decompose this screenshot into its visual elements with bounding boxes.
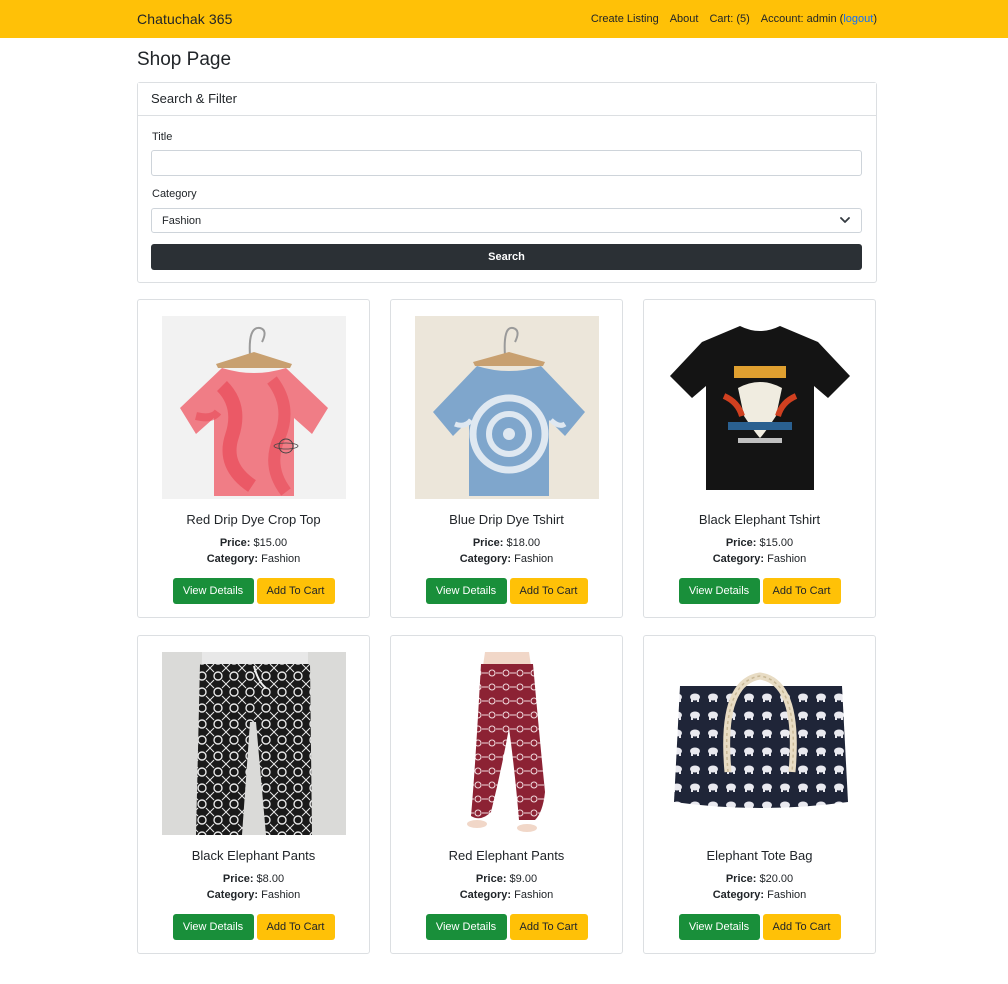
product-image-red-elephant-pants[interactable] <box>415 652 599 835</box>
product-actions: View Details Add To Cart <box>138 578 369 604</box>
price-value: $15.00 <box>759 537 794 549</box>
product-price: Price: $15.00 <box>138 537 369 549</box>
price-label: Price: <box>725 873 757 885</box>
add-to-cart-button[interactable]: Add To Cart <box>256 578 335 604</box>
search-button[interactable]: Search <box>151 244 862 270</box>
view-details-button[interactable]: View Details <box>678 578 760 604</box>
nav-about[interactable]: About <box>670 13 699 25</box>
product-title: Black Elephant Pants <box>191 848 316 863</box>
product-card: Elephant Tote Bag Price: $20.00 Category… <box>643 635 876 954</box>
product-title: Blue Drip Dye Tshirt <box>449 512 564 527</box>
add-to-cart-button[interactable]: Add To Cart <box>509 914 588 940</box>
category-value: Fashion <box>514 889 554 901</box>
category-label: Category: <box>206 889 259 901</box>
chevron-down-icon <box>839 215 851 227</box>
brand-link[interactable]: Chatuchak 365 <box>137 11 232 27</box>
navbar-inner: Chatuchak 365 Create Listing About Cart:… <box>137 0 877 38</box>
category-value: Fashion <box>261 553 301 565</box>
product-category: Category: Fashion <box>644 553 875 565</box>
product-actions: View Details Add To Cart <box>138 914 369 940</box>
add-to-cart-button[interactable]: Add To Cart <box>256 914 335 940</box>
product-actions: View Details Add To Cart <box>644 578 875 604</box>
category-value: Fashion <box>767 889 807 901</box>
product-price: Price: $9.00 <box>391 873 622 885</box>
product-title: Red Drip Dye Crop Top <box>186 512 321 527</box>
search-filter-card: Search & Filter Title Category Fashion S… <box>137 82 877 283</box>
nav-cart[interactable]: Cart: (5) <box>709 13 749 25</box>
view-details-button[interactable]: View Details <box>678 914 760 940</box>
product-category: Category: Fashion <box>138 889 369 901</box>
price-label: Price: <box>222 873 254 885</box>
category-label: Category <box>152 188 197 200</box>
category-label: Category: <box>712 553 765 565</box>
category-label: Category: <box>459 553 512 565</box>
title-input[interactable] <box>151 150 862 176</box>
product-card: Black Elephant Pants Price: $8.00 Catego… <box>137 635 370 954</box>
product-price: Price: $20.00 <box>644 873 875 885</box>
category-label: Category: <box>459 889 512 901</box>
view-details-button[interactable]: View Details <box>172 914 254 940</box>
logout-link[interactable]: logout <box>843 13 873 25</box>
filter-header: Search & Filter <box>138 83 876 116</box>
view-details-button[interactable]: View Details <box>425 914 507 940</box>
product-image-blue-tie-dye-tshirt[interactable] <box>415 316 599 499</box>
price-label: Price: <box>725 537 757 549</box>
category-select[interactable]: Fashion <box>151 208 862 233</box>
nav-links: Create Listing About Cart: (5) Account: … <box>580 13 877 25</box>
add-to-cart-button[interactable]: Add To Cart <box>762 914 841 940</box>
category-value: Fashion <box>261 889 301 901</box>
price-value: $15.00 <box>253 537 288 549</box>
product-actions: View Details Add To Cart <box>391 578 622 604</box>
product-card: Red Elephant Pants Price: $9.00 Category… <box>390 635 623 954</box>
product-actions: View Details Add To Cart <box>391 914 622 940</box>
product-category: Category: Fashion <box>138 553 369 565</box>
view-details-button[interactable]: View Details <box>425 578 507 604</box>
product-title: Black Elephant Tshirt <box>698 512 821 527</box>
product-image-red-tie-dye-top[interactable] <box>162 316 346 499</box>
product-card: Red Drip Dye Crop Top Price: $15.00 Cate… <box>137 299 370 618</box>
filter-body: Title Category Fashion Search <box>138 116 876 282</box>
nav-account: Account: admin (logout) <box>761 13 877 25</box>
price-label: Price: <box>472 537 504 549</box>
title-label: Title <box>152 131 173 143</box>
product-title: Elephant Tote Bag <box>706 848 813 863</box>
category-label: Category: <box>206 553 259 565</box>
price-value: $18.00 <box>506 537 541 549</box>
category-value: Fashion <box>514 553 554 565</box>
product-category: Category: Fashion <box>391 889 622 901</box>
product-price: Price: $15.00 <box>644 537 875 549</box>
add-to-cart-button[interactable]: Add To Cart <box>762 578 841 604</box>
product-image-black-elephant-tshirt[interactable] <box>668 316 852 499</box>
product-card: Black Elephant Tshirt Price: $15.00 Cate… <box>643 299 876 618</box>
product-card: Blue Drip Dye Tshirt Price: $18.00 Categ… <box>390 299 623 618</box>
category-label: Category: <box>712 889 765 901</box>
price-value: $9.00 <box>509 873 538 885</box>
navbar: Chatuchak 365 Create Listing About Cart:… <box>0 0 1008 38</box>
add-to-cart-button[interactable]: Add To Cart <box>509 578 588 604</box>
product-title: Red Elephant Pants <box>448 848 565 863</box>
product-category: Category: Fashion <box>644 889 875 901</box>
nav-create-listing[interactable]: Create Listing <box>591 13 659 25</box>
category-selected-value: Fashion <box>162 214 202 227</box>
price-value: $8.00 <box>256 873 285 885</box>
product-category: Category: Fashion <box>391 553 622 565</box>
price-label: Price: <box>475 873 507 885</box>
product-image-black-elephant-pants[interactable] <box>162 652 346 835</box>
page-title: Shop Page <box>137 49 232 70</box>
price-value: $20.00 <box>759 873 794 885</box>
view-details-button[interactable]: View Details <box>172 578 254 604</box>
category-value: Fashion <box>767 553 807 565</box>
product-price: Price: $8.00 <box>138 873 369 885</box>
price-label: Price: <box>219 537 251 549</box>
product-actions: View Details Add To Cart <box>644 914 875 940</box>
account-label: Account: admin ( <box>760 13 844 25</box>
product-image-elephant-tote-bag[interactable] <box>668 652 852 835</box>
account-suffix: ) <box>873 13 877 25</box>
product-price: Price: $18.00 <box>391 537 622 549</box>
